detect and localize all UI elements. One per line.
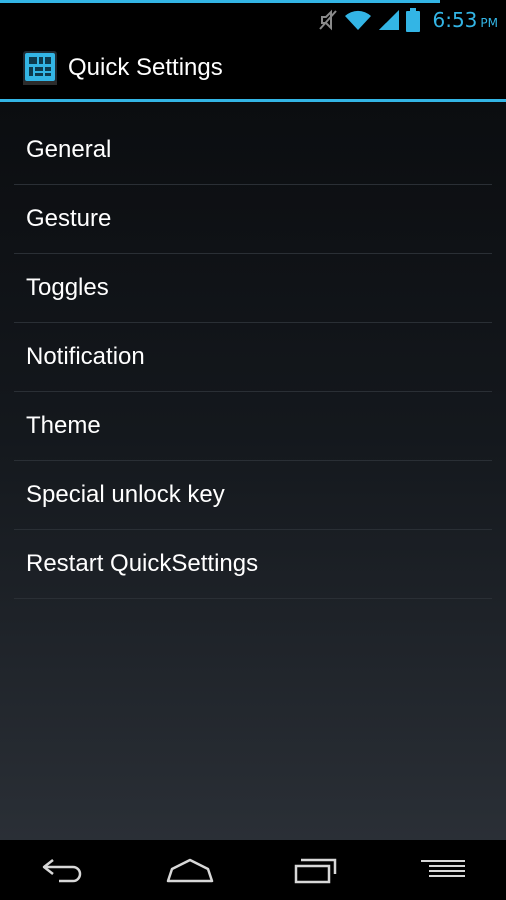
home-icon[interactable] xyxy=(150,840,230,900)
menu-item-theme[interactable]: Theme xyxy=(14,392,492,461)
menu-item-notification[interactable]: Notification xyxy=(14,323,492,392)
menu-item-restart-quicksettings[interactable]: Restart QuickSettings xyxy=(14,530,492,599)
back-icon[interactable] xyxy=(23,840,103,900)
settings-content: General Gesture Toggles Notification The… xyxy=(0,102,506,840)
page-title: Quick Settings xyxy=(68,53,223,81)
app-grid-icon[interactable] xyxy=(23,50,57,85)
mute-icon xyxy=(318,9,338,31)
status-bar: 6:53 PM xyxy=(0,0,506,36)
wifi-icon xyxy=(344,9,372,31)
clock-ampm: PM xyxy=(480,15,498,30)
menu-icon[interactable] xyxy=(403,840,483,900)
menu-item-general[interactable]: General xyxy=(14,116,492,185)
menu-item-toggles[interactable]: Toggles xyxy=(14,254,492,323)
signal-icon xyxy=(378,9,400,31)
menu-item-special-unlock-key[interactable]: Special unlock key xyxy=(14,461,492,530)
status-icons: 6:53 PM xyxy=(318,3,498,36)
action-bar: Quick Settings xyxy=(0,36,506,102)
clock-time: 6:53 xyxy=(432,7,478,32)
settings-list: General Gesture Toggles Notification The… xyxy=(14,116,492,599)
battery-icon xyxy=(406,7,421,32)
recent-apps-icon[interactable] xyxy=(276,840,356,900)
status-clock: 6:53 PM xyxy=(432,8,498,32)
menu-item-gesture[interactable]: Gesture xyxy=(14,185,492,254)
navigation-bar xyxy=(0,840,506,900)
